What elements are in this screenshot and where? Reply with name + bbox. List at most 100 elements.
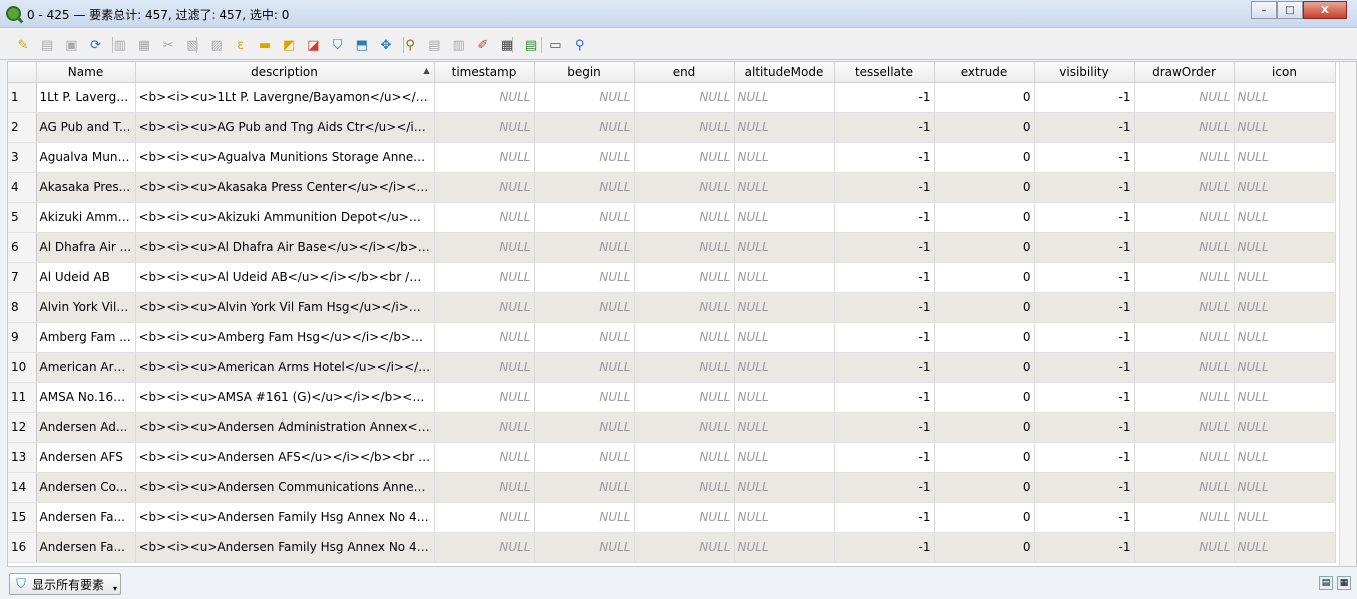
cell-description[interactable]: <b><i><u>Andersen Administration Annex</…: [135, 412, 435, 443]
cell-tessellate[interactable]: -1: [834, 232, 935, 263]
cell-draworder[interactable]: NULL: [1134, 352, 1235, 383]
column-header-draworder[interactable]: drawOrder: [1134, 62, 1235, 83]
cell-extrude[interactable]: 0: [934, 382, 1035, 413]
cell-tessellate[interactable]: -1: [834, 262, 935, 293]
cell-name[interactable]: Al Udeid AB: [36, 262, 136, 293]
table-row[interactable]: 9 Amberg Fam ... <b><i><u>Amberg Fam Hsg</…: [8, 322, 1336, 353]
cell-altitudemode[interactable]: NULL: [734, 232, 835, 263]
table-row[interactable]: 1 1Lt P. Lavergn... <b><i><u>1Lt P. Laverg…: [8, 82, 1336, 113]
cell-end[interactable]: NULL: [634, 502, 735, 533]
cell-description[interactable]: <b><i><u>Andersen Family Hsg Annex No 4<…: [135, 532, 435, 563]
cell-tessellate[interactable]: -1: [834, 472, 935, 503]
cell-icon[interactable]: NULL: [1234, 472, 1336, 503]
cell-visibility[interactable]: -1: [1034, 472, 1135, 503]
cell-extrude[interactable]: 0: [934, 322, 1035, 353]
cell-begin[interactable]: NULL: [534, 262, 635, 293]
row-number[interactable]: 15: [8, 502, 37, 533]
column-header-extrude[interactable]: extrude: [934, 62, 1035, 83]
cell-altitudemode[interactable]: NULL: [734, 322, 835, 353]
cell-timestamp[interactable]: NULL: [434, 382, 535, 413]
table-row[interactable]: 6 Al Dhafra Air ... <b><i><u>Al Dhafra Air…: [8, 232, 1336, 263]
cell-extrude[interactable]: 0: [934, 442, 1035, 473]
cell-begin[interactable]: NULL: [534, 472, 635, 503]
copy-cells-icon[interactable]: ▤: [425, 36, 443, 54]
cell-tessellate[interactable]: -1: [834, 142, 935, 173]
cell-end[interactable]: NULL: [634, 292, 735, 323]
select-by-expression-icon[interactable]: ε: [232, 36, 250, 54]
column-header-tessellate[interactable]: tessellate: [834, 62, 935, 83]
row-number[interactable]: 5: [8, 202, 37, 233]
cell-begin[interactable]: NULL: [534, 82, 635, 113]
cell-begin[interactable]: NULL: [534, 502, 635, 533]
cell-timestamp[interactable]: NULL: [434, 202, 535, 233]
cell-tessellate[interactable]: -1: [834, 112, 935, 143]
cell-visibility[interactable]: -1: [1034, 502, 1135, 533]
cell-draworder[interactable]: NULL: [1134, 232, 1235, 263]
cell-name[interactable]: Amberg Fam ...: [36, 322, 136, 353]
cell-end[interactable]: NULL: [634, 472, 735, 503]
row-number[interactable]: 4: [8, 172, 37, 203]
cell-description[interactable]: <b><i><u>Al Udeid AB</u></i></b><br />C.…: [135, 262, 435, 293]
cell-end[interactable]: NULL: [634, 442, 735, 473]
vertical-scrollbar[interactable]: [1339, 62, 1356, 566]
corner-header[interactable]: [8, 62, 37, 83]
row-number[interactable]: 2: [8, 112, 37, 143]
column-header-begin[interactable]: begin: [534, 62, 635, 83]
cell-name[interactable]: Agualva Muni...: [36, 142, 136, 173]
row-number[interactable]: 6: [8, 232, 37, 263]
cell-altitudemode[interactable]: NULL: [734, 292, 835, 323]
cell-icon[interactable]: NULL: [1234, 112, 1336, 143]
cell-begin[interactable]: NULL: [534, 292, 635, 323]
cell-timestamp[interactable]: NULL: [434, 232, 535, 263]
cell-begin[interactable]: NULL: [534, 532, 635, 563]
cell-extrude[interactable]: 0: [934, 232, 1035, 263]
table-row[interactable]: 15 Andersen Fa... <b><i><u>Andersen Family…: [8, 502, 1336, 533]
table-row[interactable]: 5 Akizuki Ammu... <b><i><u>Akizuki Ammunit…: [8, 202, 1336, 233]
cell-name[interactable]: Andersen Co...: [36, 472, 136, 503]
cell-extrude[interactable]: 0: [934, 472, 1035, 503]
cell-draworder[interactable]: NULL: [1134, 502, 1235, 533]
table-row[interactable]: 3 Agualva Muni... <b><i><u>Agualva Munitio…: [8, 142, 1336, 173]
cell-description[interactable]: <b><i><u>Agualva Munitions Storage Annex…: [135, 142, 435, 173]
cell-extrude[interactable]: 0: [934, 112, 1035, 143]
cell-icon[interactable]: NULL: [1234, 352, 1336, 383]
move-selection-top-icon[interactable]: ⬒: [353, 36, 371, 54]
cell-timestamp[interactable]: NULL: [434, 82, 535, 113]
cell-name[interactable]: Alvin York Vil ...: [36, 292, 136, 323]
cell-altitudemode[interactable]: NULL: [734, 472, 835, 503]
cell-draworder[interactable]: NULL: [1134, 82, 1235, 113]
cell-timestamp[interactable]: NULL: [434, 442, 535, 473]
cell-end[interactable]: NULL: [634, 202, 735, 233]
cell-altitudemode[interactable]: NULL: [734, 172, 835, 203]
cell-timestamp[interactable]: NULL: [434, 502, 535, 533]
column-header-name[interactable]: Name: [36, 62, 136, 83]
cell-icon[interactable]: NULL: [1234, 202, 1336, 233]
cell-visibility[interactable]: -1: [1034, 442, 1135, 473]
cell-end[interactable]: NULL: [634, 532, 735, 563]
cell-tessellate[interactable]: -1: [834, 382, 935, 413]
cell-name[interactable]: 1Lt P. Lavergn...: [36, 82, 136, 113]
cell-description[interactable]: <b><i><u>Amberg Fam Hsg</u></i></b><b...: [135, 322, 435, 353]
cell-extrude[interactable]: 0: [934, 502, 1035, 533]
cell-timestamp[interactable]: NULL: [434, 472, 535, 503]
row-number[interactable]: 7: [8, 262, 37, 293]
table-row[interactable]: 13 Andersen AFS <b><i><u>Andersen AFS</u><…: [8, 442, 1336, 473]
cell-icon[interactable]: NULL: [1234, 322, 1336, 353]
cell-altitudemode[interactable]: NULL: [734, 412, 835, 443]
cell-begin[interactable]: NULL: [534, 352, 635, 383]
cell-icon[interactable]: NULL: [1234, 532, 1336, 563]
cell-begin[interactable]: NULL: [534, 172, 635, 203]
cell-description[interactable]: <b><i><u>AG Pub and Tng Aids Ctr</u></i>…: [135, 112, 435, 143]
cell-altitudemode[interactable]: NULL: [734, 82, 835, 113]
cell-altitudemode[interactable]: NULL: [734, 532, 835, 563]
cell-draworder[interactable]: NULL: [1134, 532, 1235, 563]
cell-visibility[interactable]: -1: [1034, 322, 1135, 353]
cell-visibility[interactable]: -1: [1034, 232, 1135, 263]
column-header-end[interactable]: end: [634, 62, 735, 83]
cell-timestamp[interactable]: NULL: [434, 322, 535, 353]
cell-description[interactable]: <b><i><u>AMSA #161 (G)</u></i></b><br /.…: [135, 382, 435, 413]
cell-altitudemode[interactable]: NULL: [734, 112, 835, 143]
cell-begin[interactable]: NULL: [534, 442, 635, 473]
column-header-description[interactable]: description: [135, 62, 435, 83]
cell-visibility[interactable]: -1: [1034, 82, 1135, 113]
